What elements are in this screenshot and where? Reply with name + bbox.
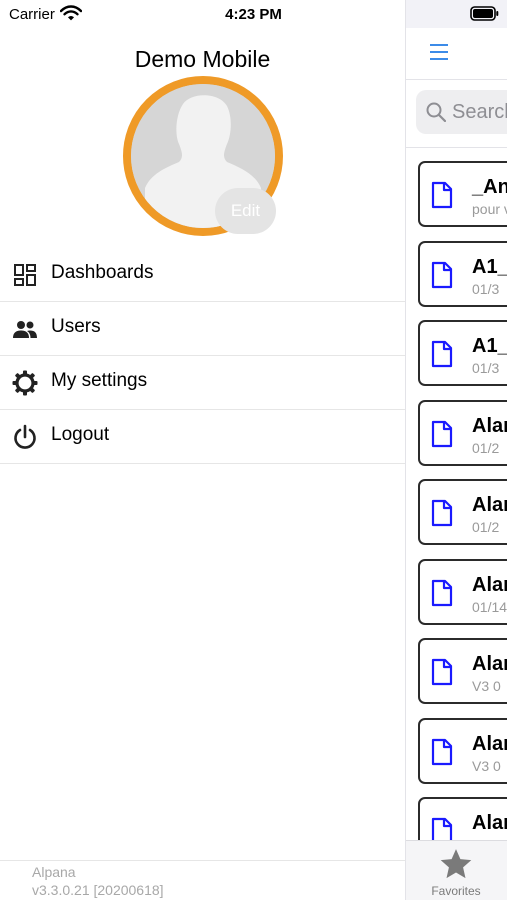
document-title: Alar bbox=[472, 732, 507, 755]
document-icon bbox=[431, 817, 453, 840]
document-card[interactable]: _Anapour v bbox=[418, 161, 507, 227]
document-title: Alar bbox=[472, 653, 507, 675]
document-icon bbox=[431, 579, 453, 606]
document-icon bbox=[431, 181, 453, 209]
document-title: A1_c bbox=[472, 335, 507, 357]
document-card[interactable]: Alar 01/2 bbox=[418, 479, 507, 545]
document-card[interactable]: A1_c 01/3 bbox=[418, 320, 507, 386]
app-name: Alpana bbox=[32, 864, 76, 880]
user-name: Demo Mobile bbox=[134, 46, 271, 72]
document-card[interactable]: A1_N 01/3 bbox=[418, 240, 507, 307]
menu-item-users[interactable]: Users bbox=[0, 302, 405, 356]
search-icon bbox=[426, 102, 446, 122]
document-icon bbox=[431, 261, 453, 288]
footer-divider bbox=[0, 860, 405, 861]
document-icon bbox=[431, 658, 453, 686]
drawer-menu: Dashboards Users My settings Logout bbox=[0, 248, 405, 464]
clock: 4:23 PM bbox=[225, 6, 282, 23]
document-title: A1_N bbox=[472, 255, 507, 278]
document-icon bbox=[431, 340, 453, 368]
document-subtitle: 01/2 bbox=[472, 519, 500, 535]
document-subtitle: 01/14 bbox=[472, 598, 507, 615]
menu-item-logout[interactable]: Logout bbox=[0, 410, 405, 464]
document-card[interactable]: Alar V3 0 bbox=[418, 717, 507, 784]
document-subtitle: 01/2 bbox=[472, 439, 500, 456]
edit-avatar-button[interactable]: Edit bbox=[215, 188, 276, 234]
hamburger-menu-icon[interactable] bbox=[430, 44, 448, 60]
document-title: _Ana bbox=[472, 176, 507, 198]
document-icon bbox=[431, 499, 453, 527]
document-subtitle: V3 0 bbox=[472, 678, 501, 694]
side-drawer: Demo Mobile Edit Dashboards Users My set… bbox=[0, 0, 405, 900]
document-title: Alar bbox=[472, 573, 507, 596]
gear-icon bbox=[12, 370, 38, 396]
tab-favorites-label: Favorites bbox=[431, 884, 481, 898]
document-subtitle: 01/3 bbox=[472, 280, 500, 297]
document-icon bbox=[431, 420, 453, 447]
document-subtitle: V3 0 bbox=[472, 757, 501, 774]
app-version: v3.3.0.21 [20200618] bbox=[32, 882, 164, 898]
search-placeholder: Search bbox=[452, 101, 507, 123]
menu-label-logout: Logout bbox=[51, 424, 110, 445]
document-card[interactable]: Alar 01/2 bbox=[418, 399, 507, 466]
menu-label-my-settings: My settings bbox=[51, 370, 148, 391]
document-card[interactable]: Alar 01/14 bbox=[418, 558, 507, 625]
content-navbar bbox=[406, 28, 507, 80]
menu-item-dashboards[interactable]: Dashboards bbox=[0, 248, 405, 302]
tab-bar: Favorites bbox=[406, 840, 507, 900]
battery-icon bbox=[470, 6, 499, 21]
menu-label-users: Users bbox=[51, 316, 101, 337]
users-icon bbox=[13, 321, 37, 338]
document-card[interactable]: Alar V3 0 bbox=[418, 638, 507, 704]
search-bar-container: Search bbox=[406, 80, 507, 148]
menu-item-my-settings[interactable]: My settings bbox=[0, 356, 405, 410]
document-title: Alar bbox=[472, 494, 507, 516]
document-title: Alar bbox=[472, 812, 507, 834]
app-screen: Search _Anapour v A1_N 01/3 A1_c 01/3 Alar 01/… bbox=[0, 0, 507, 900]
star-icon bbox=[440, 849, 472, 879]
document-card[interactable]: AlarV3 0 bbox=[418, 797, 507, 840]
menu-label-dashboards: Dashboards bbox=[51, 262, 154, 283]
power-icon bbox=[14, 424, 36, 449]
dashboard-icon bbox=[14, 264, 36, 286]
content-pane: Search _Anapour v A1_N 01/3 A1_c 01/3 Alar 01/… bbox=[405, 0, 507, 900]
document-subtitle: 01/3 bbox=[472, 360, 500, 376]
document-icon bbox=[431, 738, 453, 765]
status-bar: Carrier 4:23 PM bbox=[0, 0, 507, 28]
document-subtitle: pour v bbox=[472, 201, 507, 217]
document-title: Alar bbox=[472, 414, 507, 437]
search-input[interactable]: Search bbox=[416, 90, 507, 134]
document-list: _Anapour v A1_N 01/3 A1_c 01/3 Alar 01/2 Alar 01… bbox=[406, 148, 507, 840]
